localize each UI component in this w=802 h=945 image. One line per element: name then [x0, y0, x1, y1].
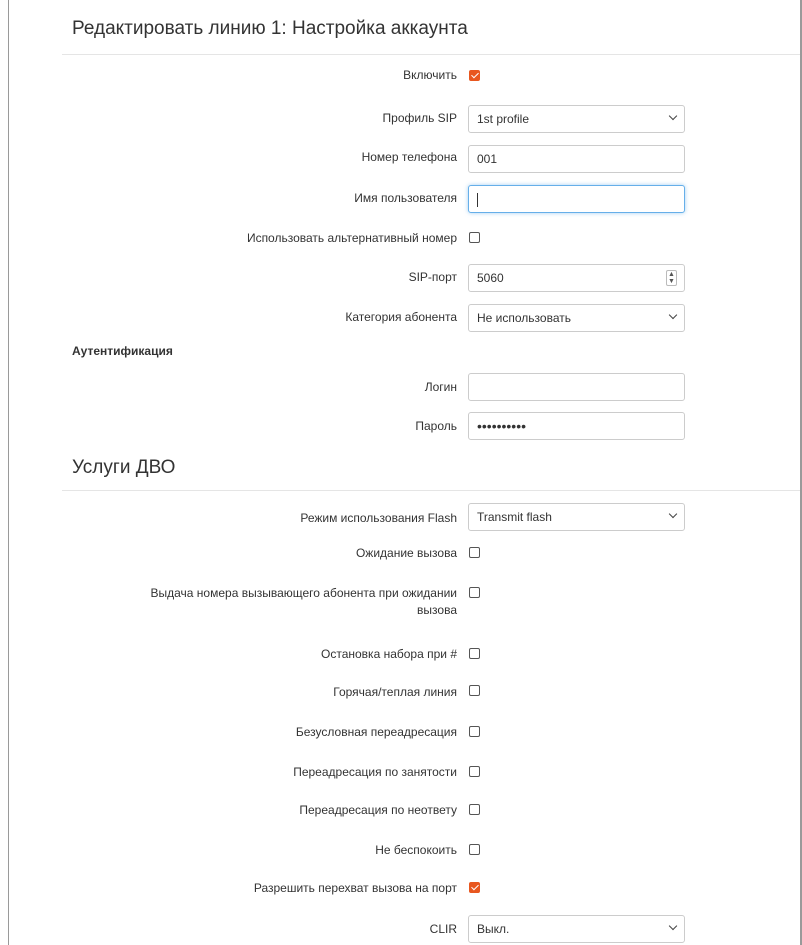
- flash-mode-select[interactable]: Transmit flash: [468, 503, 685, 531]
- text-cursor: [477, 192, 478, 207]
- username-input[interactable]: [468, 185, 685, 213]
- login-input[interactable]: [468, 373, 685, 401]
- clir-label: CLIR: [429, 922, 457, 936]
- phone-number-value: 001: [477, 152, 498, 166]
- hotline-checkbox[interactable]: [469, 685, 480, 696]
- pickup-label: Разрешить перехват вызова на порт: [253, 881, 457, 895]
- auth-subtitle: Аутентификация: [72, 344, 173, 358]
- password-label: Пароль: [415, 419, 457, 433]
- caller-id-waiting-label: Выдача номера вызывающего абонента при о…: [77, 585, 458, 619]
- dnd-label: Не беспокоить: [375, 843, 457, 857]
- stop-dial-label: Остановка набора при #: [321, 647, 457, 661]
- category-select[interactable]: Не использовать: [468, 304, 685, 332]
- flash-mode-label: Режим использования Flash: [300, 511, 457, 525]
- cfb-checkbox[interactable]: [469, 766, 480, 777]
- cfnr-label: Переадресация по неответу: [299, 803, 457, 817]
- pickup-checkbox[interactable]: [469, 882, 480, 893]
- enable-label: Включить: [403, 68, 457, 82]
- sip-port-input[interactable]: 5060 ▲ ▼: [468, 264, 685, 292]
- phone-number-label: Номер телефона: [361, 150, 457, 164]
- chevron-down-icon: [668, 921, 678, 931]
- sip-profile-value: 1st profile: [477, 112, 530, 126]
- category-label: Категория абонента: [345, 310, 457, 324]
- sip-profile-select[interactable]: 1st profile: [468, 105, 685, 133]
- cfu-label: Безусловная переадресация: [295, 725, 457, 739]
- call-waiting-checkbox[interactable]: [469, 547, 480, 558]
- login-label: Логин: [424, 380, 457, 394]
- hotline-label: Горячая/теплая линия: [333, 685, 457, 699]
- alt-number-label: Использовать альтернативный номер: [246, 231, 457, 245]
- spinner-icon[interactable]: ▲ ▼: [666, 270, 677, 286]
- sip-port-label: SIP-порт: [408, 270, 457, 284]
- cfu-checkbox[interactable]: [469, 726, 480, 737]
- caller-id-waiting-label-line1: Выдача номера вызывающего абонента при о…: [150, 586, 458, 600]
- chevron-down-icon: [668, 509, 678, 519]
- caller-id-waiting-checkbox[interactable]: [469, 587, 480, 598]
- clir-value: Выкл.: [477, 922, 510, 936]
- cfnr-checkbox[interactable]: [469, 804, 480, 815]
- alt-number-checkbox[interactable]: [469, 232, 480, 243]
- sip-profile-label: Профиль SIP: [382, 111, 457, 125]
- username-label: Имя пользователя: [354, 191, 457, 205]
- left-frame-border: [8, 0, 9, 945]
- category-value: Не использовать: [477, 311, 571, 325]
- stop-dial-checkbox[interactable]: [469, 648, 480, 659]
- services-section-title: Услуги ДВО: [72, 457, 176, 478]
- chevron-down-icon: [668, 310, 678, 320]
- chevron-down-icon: [668, 111, 678, 121]
- password-input[interactable]: ••••••••••: [468, 412, 685, 440]
- password-value: ••••••••••: [477, 418, 527, 434]
- cfb-label: Переадресация по занятости: [293, 765, 457, 779]
- flash-mode-value: Transmit flash: [477, 510, 552, 524]
- section-divider: [62, 490, 800, 491]
- clir-select[interactable]: Выкл.: [468, 915, 685, 943]
- caller-id-waiting-label-line2: вызова: [417, 603, 457, 617]
- sip-port-value: 5060: [477, 271, 504, 285]
- account-section-title: Редактировать линию 1: Настройка аккаунт…: [72, 18, 468, 39]
- call-waiting-label: Ожидание вызова: [355, 546, 457, 560]
- section-divider: [62, 54, 800, 55]
- phone-number-input[interactable]: 001: [468, 145, 685, 173]
- dnd-checkbox[interactable]: [469, 844, 480, 855]
- enable-checkbox[interactable]: [469, 70, 480, 81]
